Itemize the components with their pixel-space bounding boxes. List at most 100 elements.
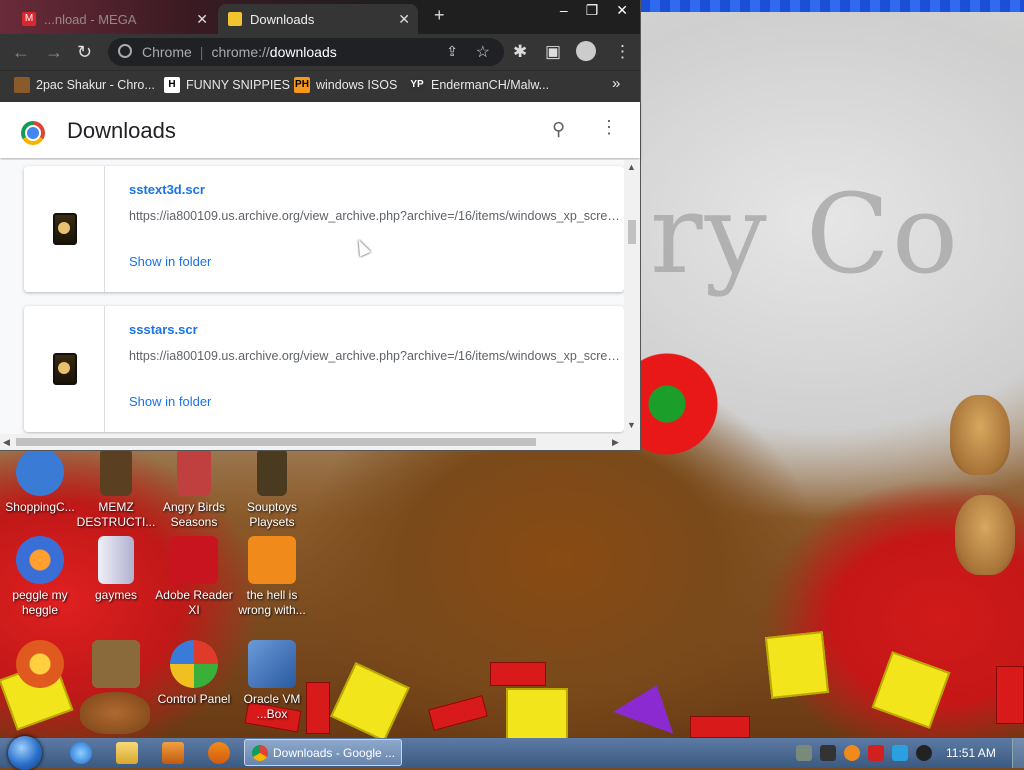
bookmark-favicon-icon — [14, 77, 30, 93]
profile-avatar-icon[interactable] — [576, 41, 596, 61]
bookmark-funny-snippies[interactable]: H FUNNY SNIPPIES — [164, 77, 290, 93]
bookmark-2pac[interactable]: 2pac Shakur - Chro... — [14, 77, 155, 93]
desktop-icon-label: Angry Birds Seasons — [162, 500, 226, 529]
uc-browser-taskbar-icon[interactable] — [208, 742, 230, 764]
system-clock[interactable]: 11:51 AM — [946, 746, 996, 760]
search-icon[interactable]: ⚲ — [552, 119, 565, 140]
internet-explorer-icon[interactable] — [70, 742, 92, 764]
desktop-icon-memz[interactable]: MEMZ DESTRUCTI... — [76, 448, 156, 530]
desktop-icon-label: Souptoys Playsets — [246, 500, 298, 529]
new-tab-icon[interactable]: + — [434, 5, 445, 26]
show-in-folder-link[interactable]: Show in folder — [129, 394, 211, 409]
bookmark-favicon-icon: H — [164, 77, 180, 93]
bookmark-label: FUNNY SNIPPIES — [186, 78, 290, 92]
scroll-down-icon[interactable]: ▼ — [627, 420, 636, 430]
bookmarks-bar: 2pac Shakur - Chro... H FUNNY SNIPPIES P… — [0, 70, 640, 103]
desktop-icon-souptoys[interactable]: Souptoys Playsets — [232, 448, 312, 530]
file-explorer-icon[interactable] — [116, 742, 138, 764]
desktop-icon-control-panel[interactable]: Control Panel — [154, 640, 234, 707]
bookmark-star-icon[interactable]: ☆ — [476, 42, 490, 62]
peggle-icon — [16, 640, 64, 688]
scroll-right-icon[interactable]: ▶ — [612, 437, 619, 448]
tray-app-icon[interactable] — [796, 745, 812, 761]
wallpaper-block — [490, 662, 546, 686]
screensaver-file-icon — [53, 353, 77, 385]
volume-icon[interactable] — [916, 745, 932, 761]
taskbar-chrome-window[interactable]: Downloads - Google ... — [244, 739, 402, 766]
download-source-url[interactable]: https://ia800109.us.archive.org/view_arc… — [129, 209, 624, 223]
address-bar[interactable]: Chrome | chrome://downloads ⇪ ☆ — [108, 38, 504, 66]
close-window-icon[interactable]: ✕ — [616, 2, 628, 19]
control-panel-icon — [170, 640, 218, 688]
bookmark-windows-isos[interactable]: PH windows ISOS — [294, 77, 397, 93]
media-player-icon[interactable] — [162, 742, 184, 764]
teddy-bear-image — [80, 692, 150, 734]
tab-mega[interactable]: M ...nload - MEGA ✕ — [12, 4, 216, 34]
wallpaper-block — [871, 651, 951, 729]
tab-downloads[interactable]: Downloads ✕ — [218, 4, 418, 34]
vertical-scrollbar[interactable]: ▲ ▼ — [624, 160, 640, 434]
close-tab-icon[interactable]: ✕ — [196, 11, 208, 28]
bookmarks-overflow-button[interactable]: » — [612, 75, 620, 92]
tab-label: ...nload - MEGA — [44, 11, 137, 27]
virtualbox-icon — [248, 640, 296, 688]
back-icon[interactable]: ← — [12, 42, 30, 63]
desktop-icon-label: Oracle VM ...Box — [243, 692, 301, 721]
desktop-icon-angry-birds[interactable]: Angry Birds Seasons — [154, 448, 234, 530]
close-tab-icon[interactable]: ✕ — [398, 11, 410, 28]
file-icon-area — [24, 166, 105, 292]
wallpaper-block — [428, 695, 488, 731]
screensaver-file-icon — [53, 213, 77, 245]
downloads-tab-icon — [228, 12, 242, 26]
desktop-icon-peggle-2[interactable] — [0, 640, 80, 692]
side-panel-icon[interactable]: ▣ — [545, 42, 561, 62]
tray-app-icon[interactable] — [820, 745, 836, 761]
chrome-menu-icon[interactable]: ⋮ — [614, 42, 631, 62]
bookmark-label: windows ISOS — [316, 78, 398, 92]
desktop-icon-peggle[interactable]: peggle my heggle — [0, 536, 80, 618]
desktop-icon-virtualbox[interactable]: Oracle VM ...Box — [232, 640, 312, 722]
horizontal-scrollbar[interactable]: ◀ ▶ — [0, 434, 640, 450]
bookmark-favicon-icon: YP — [409, 77, 425, 93]
desktop-icon-uc-browser[interactable]: the hell is wrong with... — [232, 536, 312, 618]
chrome-logo-icon — [21, 121, 45, 145]
forward-icon[interactable]: → — [45, 42, 63, 63]
scroll-left-icon[interactable]: ◀ — [3, 437, 10, 448]
action-center-flag-icon[interactable] — [868, 745, 884, 761]
peggle-icon — [16, 536, 64, 584]
minimize-icon[interactable]: – — [560, 2, 568, 19]
mega-icon: M — [22, 12, 36, 26]
share-icon[interactable]: ⇪ — [446, 43, 458, 60]
desktop-icon-adobe-reader[interactable]: Adobe Reader XI — [154, 536, 234, 618]
hamster-image — [955, 495, 1015, 575]
url-text: chrome://downloads — [211, 44, 337, 60]
download-item: sstext3d.scr https://ia800109.us.archive… — [24, 166, 624, 292]
more-options-icon[interactable]: ⋮ — [600, 117, 618, 138]
bookmark-endermanch[interactable]: YP EndermanCH/Malw... — [409, 77, 549, 93]
tray-app-icon[interactable] — [844, 745, 860, 761]
tab-strip: M ...nload - MEGA ✕ Downloads ✕ + – ❐ ✕ — [0, 0, 640, 34]
download-filename[interactable]: sstext3d.scr — [129, 182, 205, 197]
scroll-thumb[interactable] — [628, 220, 636, 244]
uc-browser-icon — [248, 536, 296, 584]
desktop-icon-label: peggle my heggle — [12, 588, 68, 617]
show-desktop-button[interactable] — [1012, 738, 1024, 768]
download-source-url[interactable]: https://ia800109.us.archive.org/view_arc… — [129, 349, 624, 363]
desktop-icon-gaymes[interactable]: gaymes — [76, 536, 156, 603]
hamster-image — [950, 395, 1010, 475]
network-icon[interactable] — [892, 745, 908, 761]
wallpaper-block — [506, 688, 568, 738]
window-controls: – ❐ ✕ — [560, 2, 628, 19]
extensions-icon[interactable]: ✱ — [513, 42, 527, 62]
restore-icon[interactable]: ❐ — [586, 2, 599, 19]
taskbar: Downloads - Google ... 11:51 AM — [0, 736, 1024, 770]
desktop-icon-shopping[interactable]: ShoppingC... — [0, 448, 80, 515]
scroll-up-icon[interactable]: ▲ — [627, 162, 636, 172]
reload-icon[interactable]: ↻ — [77, 42, 92, 63]
scroll-thumb[interactable] — [16, 438, 536, 446]
download-filename[interactable]: ssstars.scr — [129, 322, 198, 337]
download-item: ssstars.scr https://ia800109.us.archive.… — [24, 306, 624, 432]
chrome-scheme-icon — [118, 44, 132, 58]
start-button[interactable] — [8, 736, 42, 770]
show-in-folder-link[interactable]: Show in folder — [129, 254, 211, 269]
